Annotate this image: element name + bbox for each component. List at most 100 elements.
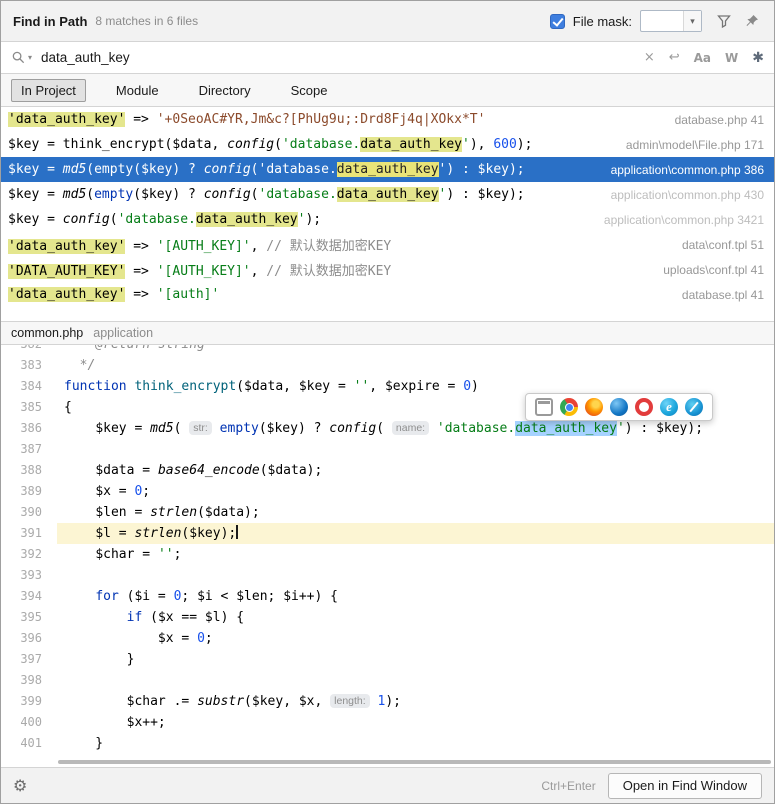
clear-search-icon[interactable]: × <box>644 50 655 65</box>
code-segment: = <box>440 379 463 394</box>
code-line[interactable]: 387 <box>1 439 774 460</box>
result-code: $key = think_encrypt($data, config('data… <box>8 137 532 152</box>
code-text: } <box>57 733 774 754</box>
line-number: 401 <box>1 733 57 754</box>
code-line[interactable]: 392 $char = ''; <box>1 544 774 565</box>
code-line[interactable]: 383 */ <box>1 355 774 376</box>
result-row[interactable]: $key = think_encrypt($data, config('data… <box>1 132 774 157</box>
code-segment: $len <box>236 589 267 604</box>
code-segment: 0 <box>197 631 205 646</box>
code-segment: config <box>204 187 251 202</box>
result-row[interactable]: $key = config('database.data_auth_key');… <box>1 207 774 232</box>
code-segment: data_auth_key <box>360 137 462 152</box>
parameter-hint: name: <box>392 421 429 435</box>
result-row[interactable]: 'data_auth_key' => '+0SeoAC#YR,Jm&c?[PhU… <box>1 107 774 132</box>
edge-icon[interactable] <box>610 398 628 416</box>
chevron-down-icon[interactable]: ▾ <box>683 11 701 31</box>
code-segment: '[auth]' <box>157 287 220 302</box>
horizontal-scrollbar[interactable] <box>58 760 771 764</box>
preview-settings-icon[interactable] <box>535 398 553 416</box>
code-segment: function <box>64 379 134 394</box>
whole-words-toggle[interactable]: W <box>725 51 738 65</box>
result-path: application\common.php 3421 <box>588 213 764 227</box>
match-case-toggle[interactable]: Aa <box>694 51 711 65</box>
titlebar: Find in Path 8 matches in 6 files File m… <box>1 1 774 41</box>
scope-tab-in-project[interactable]: In Project <box>11 79 86 102</box>
search-history-chevron-icon[interactable]: ▾ <box>28 53 32 62</box>
code-segment: $data <box>205 505 244 520</box>
code-line[interactable]: 393 <box>1 565 774 586</box>
firefox-icon[interactable] <box>585 398 603 416</box>
code-line[interactable]: 398 <box>1 670 774 691</box>
result-code: 'DATA_AUTH_KEY' => '[AUTH_KEY]', // 默认数据… <box>8 260 391 279</box>
code-text: $data = base64_encode($data); <box>57 460 774 481</box>
code-line[interactable]: 400 $x++; <box>1 712 774 733</box>
code-line[interactable]: 391 $l = strlen($key); <box>1 523 774 544</box>
code-line[interactable]: 401 } <box>1 733 774 754</box>
editor-preview[interactable]: 382 * @return string383 */384function th… <box>1 345 774 767</box>
code-segment <box>64 694 127 709</box>
insert-newline-icon[interactable]: ↩ <box>669 50 680 65</box>
line-number: 390 <box>1 502 57 523</box>
code-segment: data_auth_key <box>196 212 298 227</box>
code-line[interactable]: 388 $data = base64_encode($data); <box>1 460 774 481</box>
code-segment: < <box>213 589 236 604</box>
code-line[interactable]: 397 } <box>1 649 774 670</box>
line-number: 398 <box>1 670 57 691</box>
code-line[interactable]: 382 * @return string <box>1 345 774 355</box>
code-segment: $l <box>205 610 221 625</box>
scope-tab-module[interactable]: Module <box>106 79 169 102</box>
code-segment: $x <box>158 631 174 646</box>
opera-icon[interactable] <box>635 398 653 416</box>
code-segment: = <box>127 421 150 436</box>
file-mask-checkbox[interactable] <box>550 14 565 29</box>
code-line[interactable]: 396 $x = 0; <box>1 628 774 649</box>
result-row[interactable]: 'data_auth_key' => '[AUTH_KEY]', // 默认数据… <box>1 232 774 257</box>
chrome-icon[interactable] <box>560 398 578 416</box>
code-segment: ( <box>110 212 118 227</box>
code-line[interactable]: 390 $len = strlen($data); <box>1 502 774 523</box>
result-path: application\common.php 430 <box>595 188 764 202</box>
scope-tab-scope[interactable]: Scope <box>281 79 338 102</box>
code-line[interactable]: 399 $char .= substr($key, $x, length: 1)… <box>1 691 774 712</box>
result-row[interactable]: $key = md5(empty($key) ? config('databas… <box>1 157 774 182</box>
code-segment: ); <box>221 526 237 541</box>
code-segment <box>64 505 95 520</box>
search-input[interactable]: data_auth_key <box>41 50 130 65</box>
pin-icon[interactable] <box>742 11 762 31</box>
code-segment: $key <box>299 379 330 394</box>
code-segment: '+0SeoAC#YR,Jm&c?[PhUg9u;:Drd8Fj4q|XOkx*… <box>157 112 486 127</box>
line-number: 385 <box>1 397 57 418</box>
code-segment: = <box>134 547 157 562</box>
code-segment: = <box>111 484 134 499</box>
shortcut-hint: Ctrl+Enter <box>541 779 595 793</box>
text-caret <box>236 525 238 539</box>
scope-tab-directory[interactable]: Directory <box>189 79 261 102</box>
code-segment <box>64 610 127 625</box>
code-segment: 'DATA_AUTH_KEY' <box>8 264 125 279</box>
code-line[interactable]: 389 $x = 0; <box>1 481 774 502</box>
code-segment: $key <box>252 694 283 709</box>
code-line[interactable]: 394 for ($i = 0; $i < $len; $i++) { <box>1 586 774 607</box>
code-line[interactable]: 395 if ($x == $l) { <box>1 607 774 628</box>
file-mask-combobox[interactable]: ▾ <box>640 10 702 32</box>
code-segment: config <box>227 137 274 152</box>
filter-icon[interactable] <box>714 11 734 31</box>
code-segment: ); <box>244 505 260 520</box>
code-segment: ( <box>274 137 282 152</box>
regex-toggle[interactable]: ✱ <box>752 50 764 66</box>
settings-gear-icon[interactable]: ⚙ <box>13 776 27 795</box>
result-row[interactable]: 'DATA_AUTH_KEY' => '[AUTH_KEY]', // 默认数据… <box>1 257 774 282</box>
code-text: $l = strlen($key); <box>57 523 774 544</box>
code-segment: ( <box>260 463 268 478</box>
code-text <box>57 565 774 586</box>
safari-icon[interactable] <box>685 398 703 416</box>
result-path: uploads\conf.tpl 41 <box>647 263 764 277</box>
code-segment: ( <box>251 162 259 177</box>
code-line[interactable]: 386 $key = md5( str: empty($key) ? confi… <box>1 418 774 439</box>
code-segment <box>370 694 378 709</box>
result-row[interactable]: 'data_auth_key' => '[auth]'database.tpl … <box>1 282 774 307</box>
open-in-find-window-button[interactable]: Open in Find Window <box>608 773 762 799</box>
ie-icon[interactable] <box>660 398 678 416</box>
result-row[interactable]: $key = md5(empty($key) ? config('databas… <box>1 182 774 207</box>
